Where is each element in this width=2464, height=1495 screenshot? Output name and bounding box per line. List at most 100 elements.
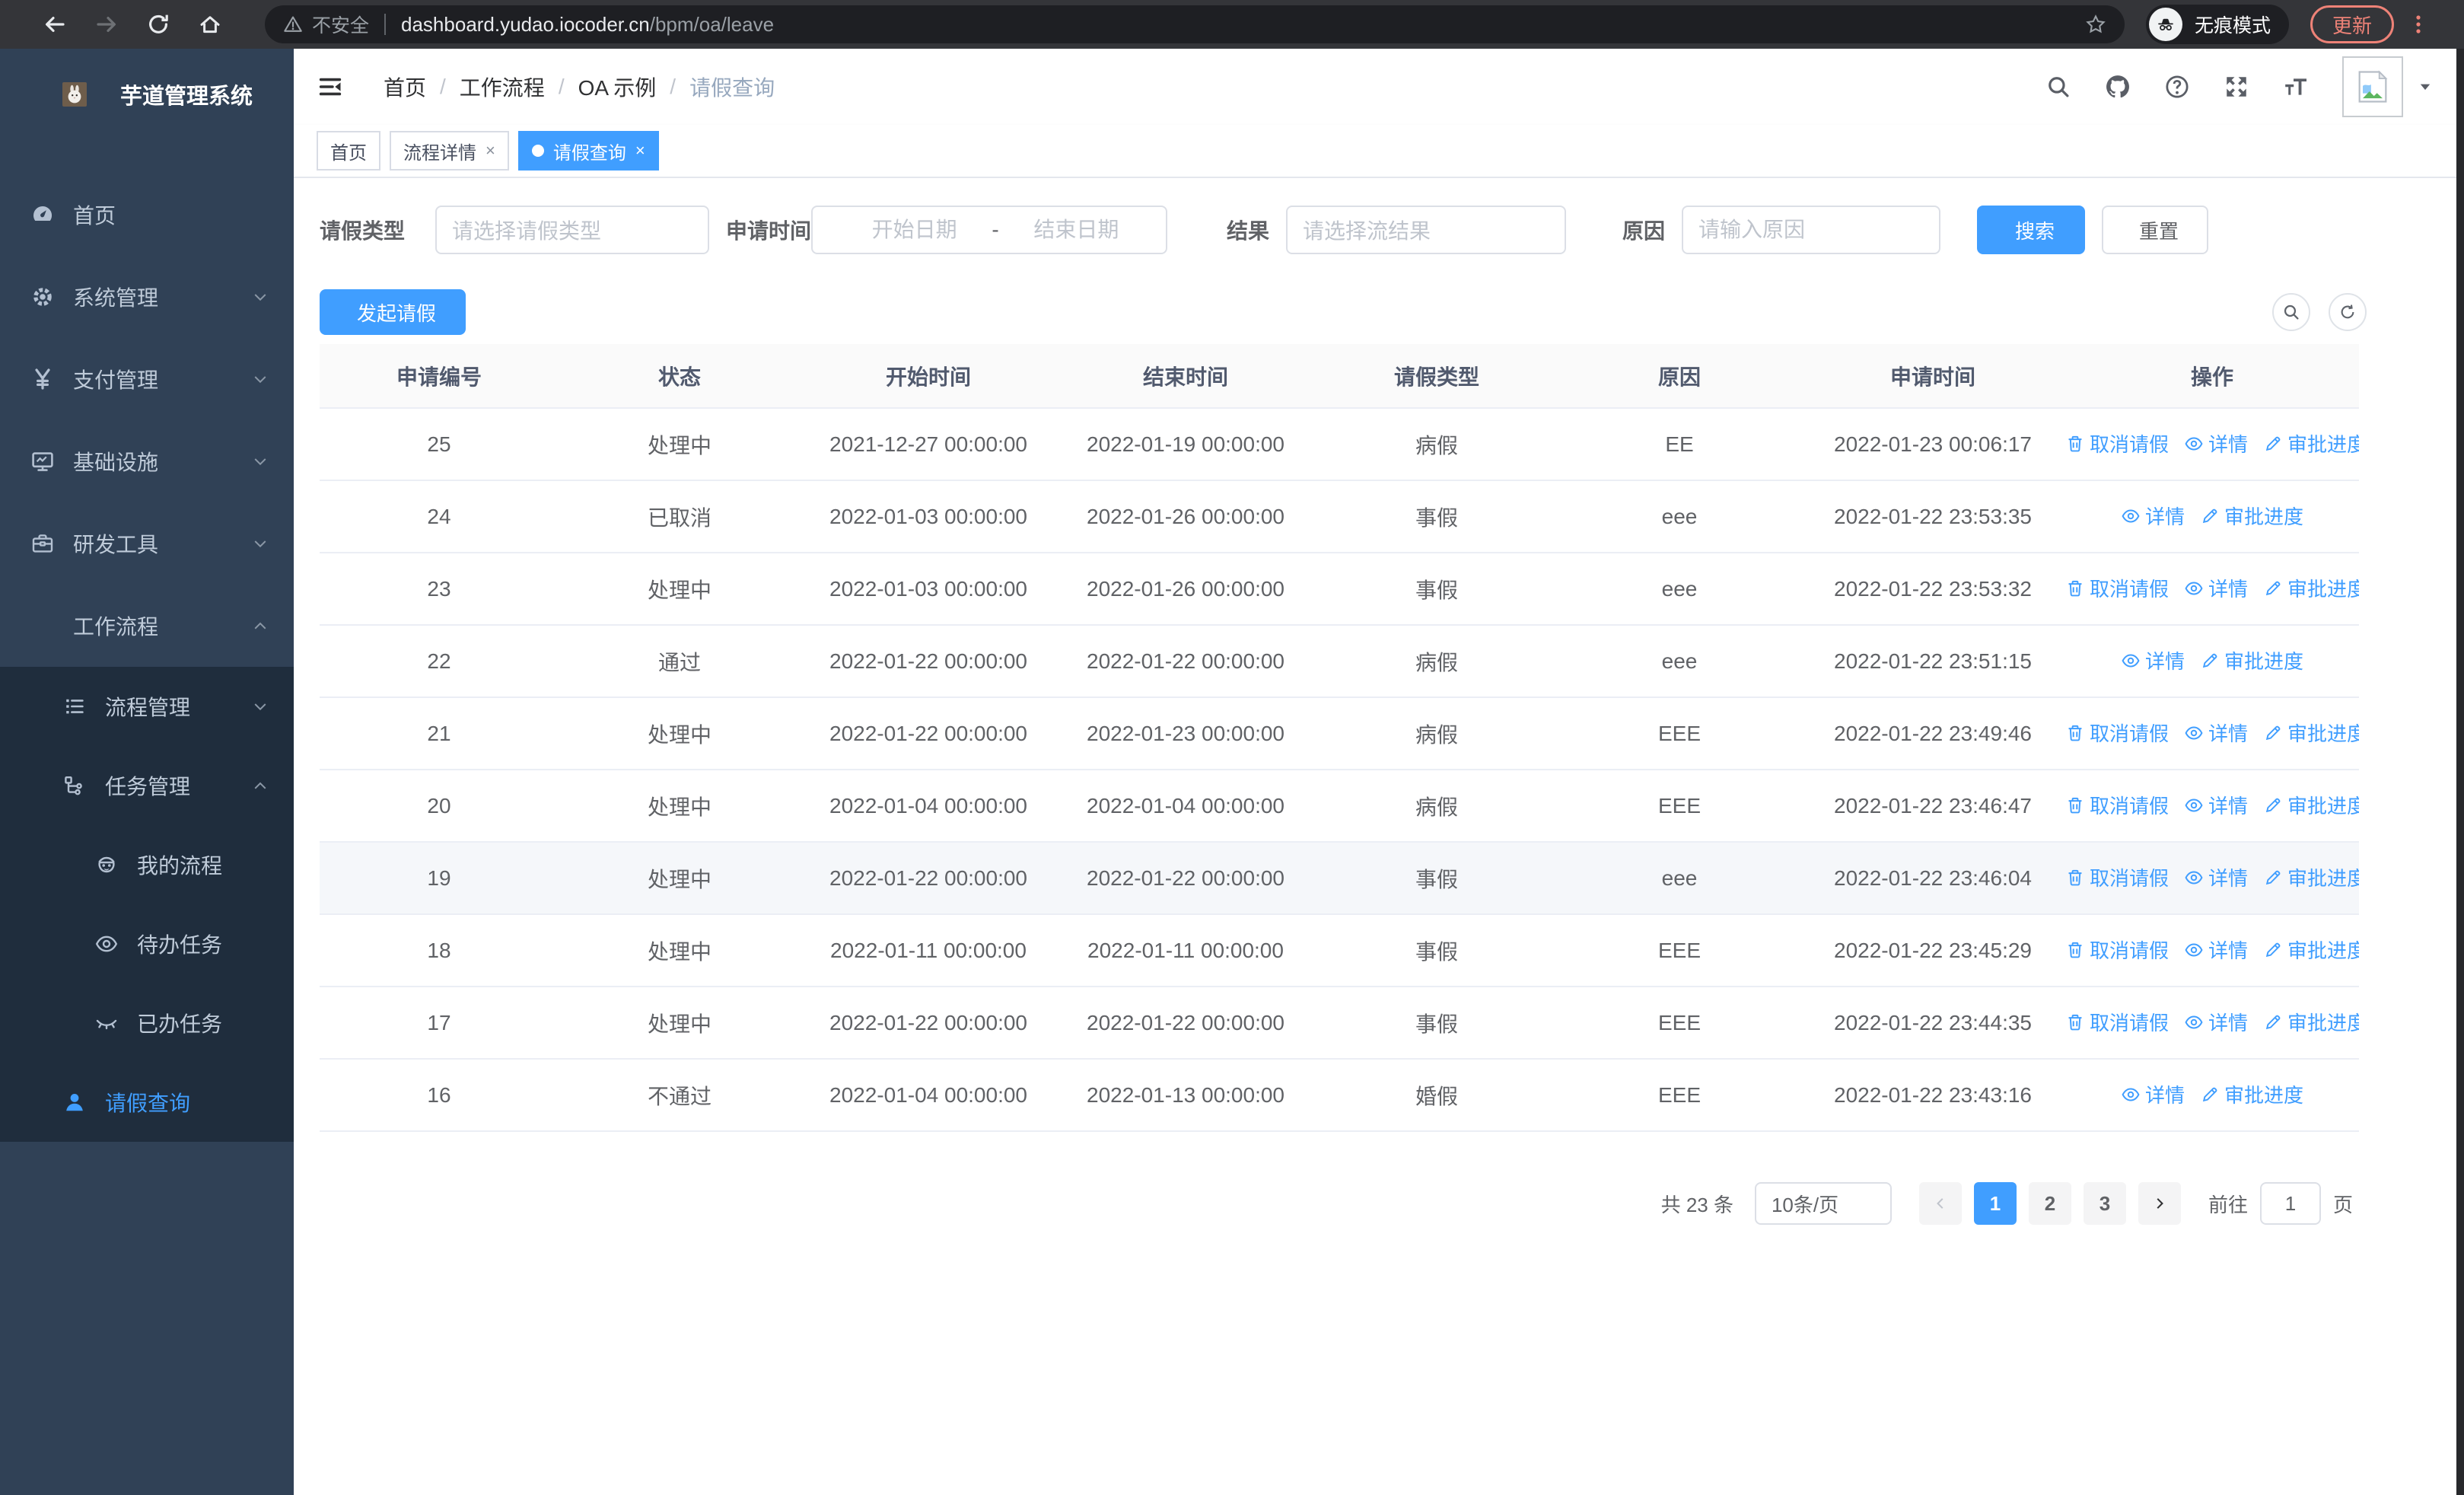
- page-size-select[interactable]: 10条/页: [1754, 1182, 1892, 1225]
- action-label: 取消请假: [2090, 867, 2170, 891]
- pen-icon: [2263, 434, 2283, 454]
- caret-down-icon[interactable]: [2417, 78, 2434, 95]
- back-arrow-icon[interactable]: [43, 12, 67, 37]
- progress-link[interactable]: 审批进度: [2263, 936, 2359, 964]
- detail-link[interactable]: 详情: [2121, 502, 2185, 530]
- cancel-link[interactable]: 取消请假: [2065, 429, 2169, 457]
- reason-input[interactable]: [1698, 218, 1924, 242]
- tag-请假查询[interactable]: 请假查询 ×: [517, 131, 659, 171]
- leave-type-select[interactable]: 请选择请假类型: [435, 206, 709, 254]
- progress-link[interactable]: 审批进度: [2200, 646, 2303, 674]
- sidebar-header[interactable]: 芋道管理系统: [0, 49, 294, 140]
- cancel-link[interactable]: 取消请假: [2065, 719, 2169, 747]
- bookmark-star-icon[interactable]: [2085, 14, 2106, 35]
- detail-link[interactable]: 详情: [2121, 1080, 2185, 1108]
- sidebar-item-研发工具[interactable]: 研发工具: [0, 502, 294, 585]
- tag-流程详情[interactable]: 流程详情 ×: [390, 131, 509, 171]
- trash-icon: [2065, 795, 2085, 815]
- tag-首页[interactable]: 首页: [317, 131, 380, 171]
- search-icon[interactable]: [2045, 74, 2071, 100]
- close-icon[interactable]: ×: [485, 141, 495, 161]
- end-date-input[interactable]: [1001, 218, 1151, 242]
- detail-link[interactable]: 详情: [2184, 574, 2248, 602]
- address-bar[interactable]: 不安全 dashboard.yudao.iocoder.cn/bpm/oa/le…: [265, 5, 2125, 43]
- url-host: dashboard.yudao.iocoder.cn: [401, 12, 650, 36]
- chevron-down-icon: [251, 288, 269, 306]
- pen-icon: [2200, 651, 2220, 671]
- progress-link[interactable]: 审批进度: [2263, 719, 2359, 747]
- sidebar-item-工作流程[interactable]: 工作流程: [0, 585, 294, 667]
- sidebar-item-我的流程[interactable]: 我的流程: [0, 825, 294, 904]
- sidebar-item-基础设施[interactable]: 基础设施: [0, 420, 294, 502]
- goto-page-input[interactable]: [2259, 1182, 2321, 1225]
- sidebar-item-任务管理[interactable]: 任务管理: [0, 746, 294, 825]
- avatar[interactable]: [2342, 56, 2403, 117]
- breadcrumb-item[interactable]: 工作流程: [460, 72, 545, 102]
- reason-label: 原因: [1622, 219, 1666, 243]
- detail-link[interactable]: 详情: [2184, 791, 2248, 819]
- action-label: 审批进度: [2287, 795, 2359, 818]
- close-icon[interactable]: ×: [635, 141, 645, 161]
- incognito-chip: 无痕模式: [2146, 5, 2290, 44]
- sidebar-item-已办任务[interactable]: 已办任务: [0, 983, 294, 1063]
- browser-menu-icon[interactable]: [2406, 12, 2431, 37]
- detail-link[interactable]: 详情: [2184, 936, 2248, 964]
- reload-icon[interactable]: [146, 12, 170, 37]
- sidebar-item-请假查询[interactable]: 请假查询: [0, 1063, 294, 1142]
- result-select[interactable]: 请选择流结果: [1286, 206, 1567, 254]
- create-leave-button[interactable]: 发起请假: [320, 289, 466, 335]
- fullscreen-icon[interactable]: [2224, 74, 2249, 100]
- apply-time-range[interactable]: -: [811, 206, 1167, 254]
- browser-scrollbar[interactable]: [2456, 49, 2464, 1495]
- table-row: 19 处理中 2022-01-22 00:00:00 2022-01-22 00:00…: [320, 842, 2359, 915]
- cell-end: 2022-01-19 00:00:00: [1056, 408, 1315, 481]
- detail-link[interactable]: 详情: [2184, 429, 2248, 457]
- forward-arrow-icon[interactable]: [94, 12, 119, 37]
- prev-page-button[interactable]: [1918, 1182, 1962, 1225]
- sidebar-item-流程管理[interactable]: 流程管理: [0, 667, 294, 746]
- cancel-link[interactable]: 取消请假: [2065, 936, 2169, 964]
- progress-link[interactable]: 审批进度: [2200, 1080, 2303, 1108]
- question-icon[interactable]: [2164, 74, 2190, 100]
- page-button-1[interactable]: 1: [1973, 1182, 2017, 1225]
- progress-link[interactable]: 审批进度: [2263, 791, 2359, 819]
- cancel-link[interactable]: 取消请假: [2065, 791, 2169, 819]
- sidebar-menu: 首页 系统管理 支付管理 基础设施 研发工具 工作流程 流程管理 任务管理 我的流程 待办任务 已办…: [0, 140, 294, 1142]
- breadcrumb-item[interactable]: 首页: [384, 72, 426, 102]
- eye-open-icon: [94, 932, 119, 956]
- reset-button[interactable]: 重置: [2102, 206, 2209, 254]
- progress-link[interactable]: 审批进度: [2200, 502, 2303, 530]
- start-date-input[interactable]: [840, 218, 989, 242]
- cancel-link[interactable]: 取消请假: [2065, 574, 2169, 602]
- page-button-2[interactable]: 2: [2028, 1182, 2071, 1225]
- search-button[interactable]: 搜索: [1977, 206, 2086, 254]
- home-icon[interactable]: [198, 12, 222, 37]
- breadcrumb-item[interactable]: OA 示例: [578, 72, 657, 102]
- progress-link[interactable]: 审批进度: [2263, 1008, 2359, 1036]
- github-icon[interactable]: [2105, 74, 2131, 100]
- browser-update-button[interactable]: 更新: [2310, 5, 2395, 43]
- cancel-link[interactable]: 取消请假: [2065, 1008, 2169, 1036]
- page-button-3[interactable]: 3: [2083, 1182, 2126, 1225]
- detail-link[interactable]: 详情: [2184, 863, 2248, 891]
- progress-link[interactable]: 审批进度: [2263, 863, 2359, 891]
- sidebar-item-支付管理[interactable]: 支付管理: [0, 338, 294, 420]
- table-refresh-button[interactable]: [2329, 293, 2367, 331]
- detail-link[interactable]: 详情: [2121, 646, 2185, 674]
- sidebar-item-首页[interactable]: 首页: [0, 174, 294, 256]
- next-page-button[interactable]: [2138, 1182, 2181, 1225]
- chevron-down-icon: [251, 370, 269, 388]
- leave-table: 申请编号 状态 开始时间 结束时间 请假类型 原因 申请时间 操作 25 处理中 2021-12-…: [320, 344, 2359, 1132]
- progress-link[interactable]: 审批进度: [2263, 429, 2359, 457]
- pen-icon: [2263, 723, 2283, 743]
- sidebar-fold-icon[interactable]: [317, 73, 344, 100]
- sidebar-item-系统管理[interactable]: 系统管理: [0, 256, 294, 338]
- cancel-link[interactable]: 取消请假: [2065, 863, 2169, 891]
- table-search-button[interactable]: [2272, 293, 2310, 331]
- detail-link[interactable]: 详情: [2184, 719, 2248, 747]
- cell-status: 通过: [559, 625, 801, 698]
- font-size-icon[interactable]: [2283, 74, 2309, 100]
- detail-link[interactable]: 详情: [2184, 1008, 2248, 1036]
- progress-link[interactable]: 审批进度: [2263, 574, 2359, 602]
- sidebar-item-待办任务[interactable]: 待办任务: [0, 904, 294, 983]
